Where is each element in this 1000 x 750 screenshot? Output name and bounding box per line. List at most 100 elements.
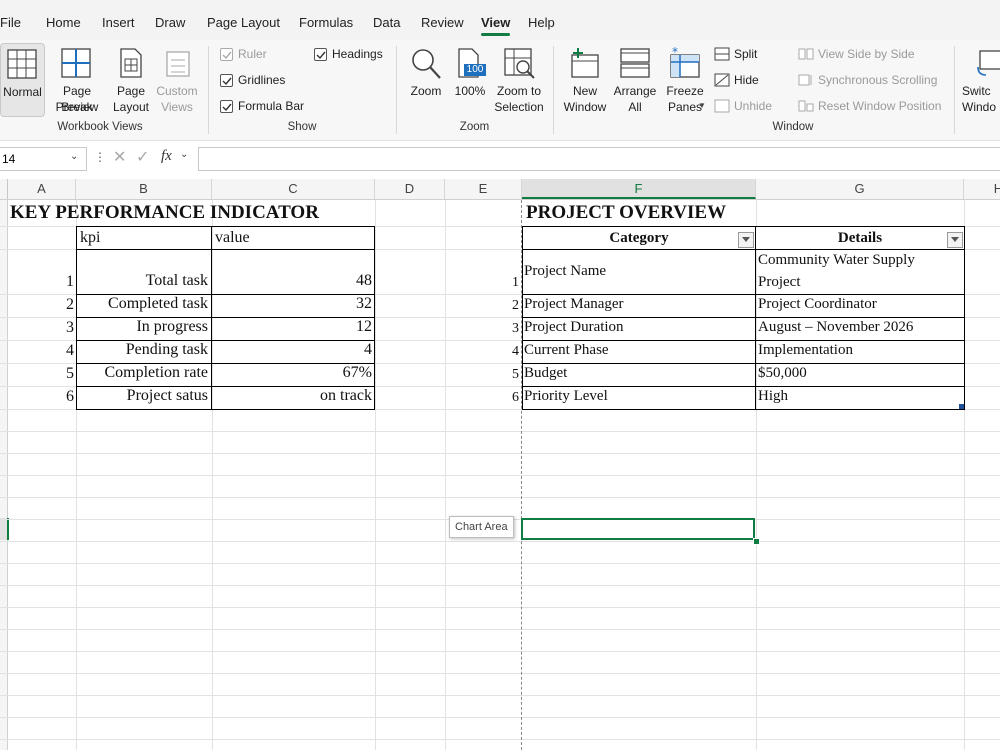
zoom-group-label: Zoom [459, 121, 490, 133]
split-button[interactable]: Split [734, 47, 757, 61]
arrange-all-button[interactable]: Arrange All [610, 43, 660, 115]
overview-category: Current Phase [524, 342, 609, 358]
custom-views-label-2: Views [161, 100, 193, 114]
page-layout-view-button[interactable]: Page Layout [109, 43, 153, 115]
kpi-row-number: 5 [66, 365, 74, 382]
zoom-100-button[interactable]: 100 100% [452, 43, 488, 115]
normal-view-button[interactable]: Normal [0, 43, 45, 117]
kpi-value: 67% [342, 364, 372, 381]
column-header-f[interactable]: F [522, 179, 756, 199]
kpi-row-number: 4 [66, 342, 74, 359]
menu-draw[interactable]: Draw [155, 15, 185, 30]
workbook-views-group-label: Workbook Views [57, 121, 143, 133]
kpi-value: on track [320, 387, 372, 404]
page-layout-label-2: Layout [112, 100, 150, 114]
zoom-label: Zoom [410, 84, 442, 98]
column-header-e[interactable]: E [445, 179, 522, 199]
table-resize-handle[interactable] [959, 404, 964, 409]
kpi-row-number: 2 [66, 296, 74, 313]
menu-data[interactable]: Data [373, 15, 400, 30]
new-window-label-1: New [572, 84, 597, 98]
gridlines-label: Gridlines [238, 73, 286, 87]
menu-page-layout[interactable]: Page Layout [207, 15, 280, 30]
name-box[interactable]: 14 ⌄ [0, 147, 87, 171]
menu-review[interactable]: Review [421, 15, 464, 30]
formula-bar: 14 ⌄ ⋮ ✕ ✓ fx ⌄ [0, 141, 1000, 177]
column-header-a[interactable]: A [8, 179, 76, 199]
overview-details: Implementation [758, 342, 853, 358]
synchronous-scrolling-icon [798, 74, 812, 86]
kpi-label: Pending task [125, 341, 208, 358]
zoom-selection-icon [504, 48, 535, 79]
normal-view-label: Normal [3, 85, 42, 99]
ruler-label: Ruler [238, 47, 267, 61]
freeze-panes-button[interactable]: * Freeze Panes ▼ [660, 43, 710, 115]
select-all-corner[interactable] [0, 179, 8, 199]
menu-home[interactable]: Home [46, 15, 81, 30]
kpi-label: Completion rate [104, 364, 208, 381]
enter-icon[interactable]: ✓ [136, 147, 149, 167]
page-break-preview-button[interactable]: Page Break Preview [46, 43, 108, 115]
headings-label: Headings [332, 47, 383, 61]
switch-windows-button[interactable]: Switc Windo [960, 43, 1000, 115]
column-header-b[interactable]: B [76, 179, 212, 199]
menu-bar: File Home Insert Draw Page Layout Formul… [0, 0, 1000, 40]
reset-window-position-button[interactable]: Reset Window Position [818, 99, 941, 113]
overview-category: Priority Level [524, 388, 608, 404]
fill-handle[interactable] [753, 538, 760, 545]
overview-details-continued: Project [758, 274, 801, 290]
formula-input[interactable] [198, 147, 1000, 171]
kpi-value: 48 [356, 272, 372, 289]
kpi-header-value: value [215, 229, 250, 246]
arrange-all-icon [620, 48, 650, 78]
selected-cell[interactable] [521, 518, 755, 540]
ruler-checkbox[interactable] [220, 48, 233, 61]
headings-checkbox[interactable] [314, 48, 327, 61]
synchronous-scrolling-button[interactable]: Synchronous Scrolling [818, 73, 937, 87]
page-layout-label-1: Page [116, 84, 146, 98]
menu-view[interactable]: View [481, 15, 510, 30]
column-header-g[interactable]: G [756, 179, 964, 199]
menu-insert[interactable]: Insert [102, 15, 135, 30]
more-options-icon[interactable]: ⋮ [94, 150, 106, 164]
overview-details: August – November 2026 [758, 319, 914, 335]
zoom-to-selection-button[interactable]: Zoom to Selection [490, 43, 548, 115]
new-window-button[interactable]: New Window [560, 43, 610, 115]
menu-formulas[interactable]: Formulas [299, 15, 353, 30]
overview-details: Project Coordinator [758, 296, 877, 312]
hide-button[interactable]: Hide [734, 73, 759, 87]
chevron-down-icon[interactable]: ⌄ [180, 149, 188, 160]
overview-category: Project Name [524, 263, 607, 279]
kpi-value: 32 [356, 295, 372, 312]
show-group-label: Show [287, 121, 317, 133]
gridlines-checkbox[interactable] [220, 74, 233, 87]
selected-row-header [0, 518, 9, 540]
formula-bar-checkbox[interactable] [220, 100, 233, 113]
ribbon: Normal Page Break Preview Page Layout Cu… [0, 40, 1000, 141]
switch-windows-icon [977, 50, 1000, 76]
switch-label-2: Windo [962, 100, 997, 114]
kpi-header-kpi: kpi [80, 229, 101, 246]
chevron-down-icon[interactable]: ⌄ [70, 151, 78, 162]
view-side-by-side-button[interactable]: View Side by Side [818, 47, 915, 61]
insert-function-button[interactable]: fx [161, 148, 172, 165]
switch-label-1: Switc [962, 84, 991, 98]
cancel-icon[interactable]: ✕ [113, 147, 126, 167]
unhide-button[interactable]: Unhide [734, 99, 772, 113]
custom-views-icon [166, 51, 190, 77]
column-header-c[interactable]: C [212, 179, 375, 199]
menu-help[interactable]: Help [528, 15, 555, 30]
zoom-button[interactable]: Zoom [404, 43, 448, 115]
category-filter-button[interactable] [738, 232, 754, 248]
menu-file[interactable]: File [0, 15, 21, 30]
zoom-100-badge: 100 [464, 64, 486, 76]
custom-views-button[interactable]: Custom Views [154, 43, 200, 115]
worksheet-grid[interactable]: KEY PERFORMANCE INDICATOR kpi value 1 To… [0, 200, 1000, 750]
kpi-label: Total task [145, 272, 208, 289]
overview-title: PROJECT OVERVIEW [526, 202, 727, 223]
details-filter-button[interactable] [947, 232, 963, 248]
column-header-h[interactable]: H [964, 179, 1000, 199]
formula-bar-label: Formula Bar [238, 99, 305, 113]
column-header-d[interactable]: D [375, 179, 445, 199]
reset-window-position-icon [798, 100, 814, 112]
